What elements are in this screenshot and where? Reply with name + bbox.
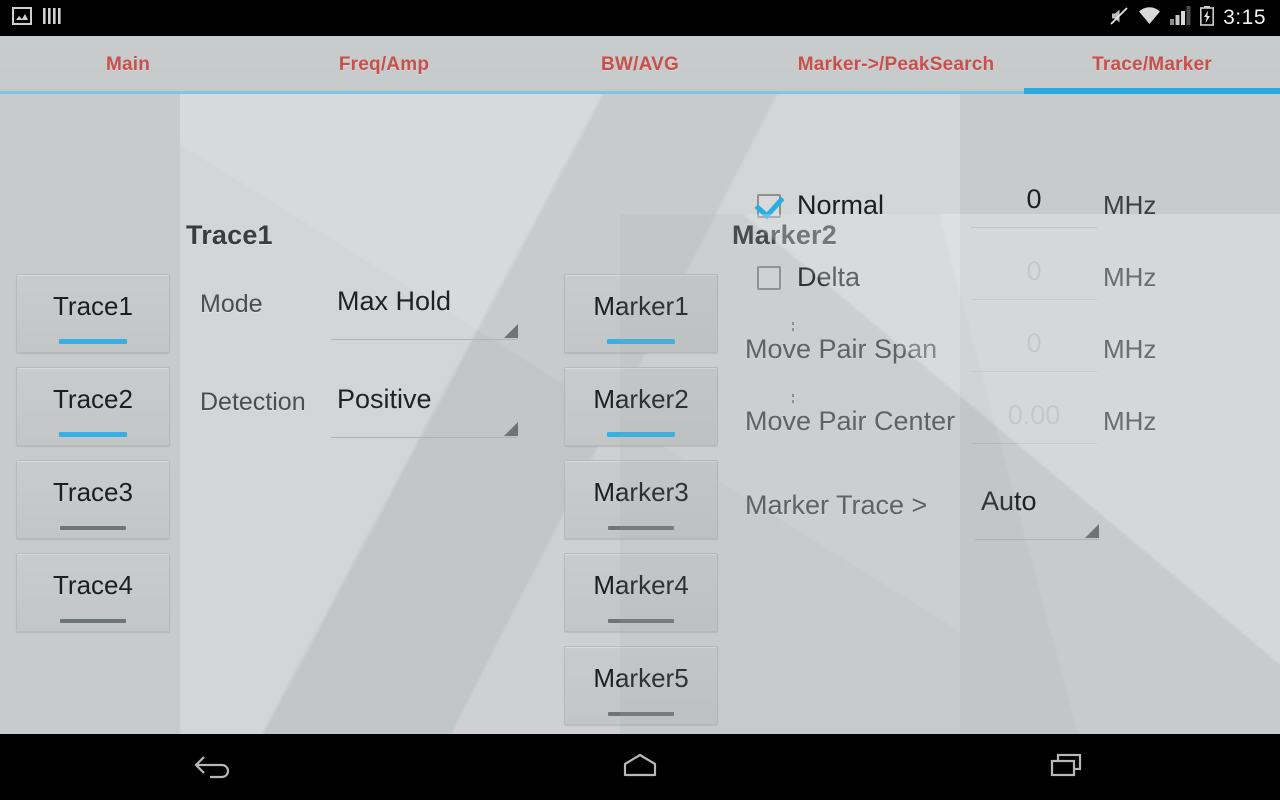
trace-button-1[interactable]: Trace1 bbox=[16, 274, 170, 353]
normal-label: Normal bbox=[797, 190, 885, 220]
normal-checkbox-row[interactable]: Normal bbox=[757, 190, 884, 221]
tab-label: Freq/Amp bbox=[338, 54, 430, 75]
wifi-icon bbox=[1138, 6, 1161, 30]
selection-indicator bbox=[59, 432, 127, 437]
tab-trace-marker[interactable]: Trace/Marker bbox=[1024, 36, 1280, 94]
dropdown-rule bbox=[331, 339, 518, 340]
input-underline bbox=[971, 443, 1097, 444]
tab-main[interactable]: Main bbox=[0, 36, 256, 94]
marker-trace-label: Marker Trace > bbox=[745, 490, 928, 520]
marker-trace-value: Auto bbox=[981, 486, 1037, 516]
marker-button-label: Marker4 bbox=[593, 570, 689, 600]
recents-button[interactable] bbox=[992, 734, 1142, 800]
chevron-down-icon bbox=[1085, 524, 1099, 538]
marker-button-label: Marker5 bbox=[593, 663, 689, 693]
status-bar-notifications bbox=[0, 6, 62, 30]
selection-indicator bbox=[608, 712, 674, 716]
move-pair-center-value: 0.00 bbox=[1007, 400, 1061, 430]
detection-dropdown[interactable]: Positive bbox=[331, 384, 518, 446]
status-bar-system-icons: 3:15 bbox=[1109, 5, 1280, 31]
home-button[interactable] bbox=[565, 734, 715, 800]
span-tick-marker bbox=[792, 322, 794, 334]
selection-indicator bbox=[608, 619, 674, 623]
selection-indicator bbox=[607, 339, 675, 344]
tab-label: Main bbox=[105, 54, 151, 75]
marker-button-label: Marker1 bbox=[593, 291, 689, 321]
mode-value: Max Hold bbox=[337, 286, 452, 316]
delta-frequency-value: 0 bbox=[1026, 256, 1042, 286]
input-underline bbox=[971, 299, 1097, 300]
tab-bar: Main Freq/Amp BW/AVG Marker->/PeakSearch… bbox=[0, 36, 1280, 94]
move-pair-span-unit: MHz bbox=[1103, 334, 1157, 364]
home-icon bbox=[619, 750, 661, 785]
marker-button-label: Marker2 bbox=[593, 384, 689, 414]
marker-button-1[interactable]: Marker1 bbox=[564, 274, 718, 353]
marker-trace-dropdown[interactable]: Auto bbox=[975, 486, 1099, 548]
delta-checkbox-row[interactable]: Delta bbox=[757, 262, 860, 293]
chevron-down-icon bbox=[504, 324, 518, 338]
trace-panel-title: Trace1 bbox=[186, 220, 273, 250]
center-tick-marker bbox=[792, 394, 794, 406]
input-underline bbox=[971, 227, 1097, 228]
signal-icon bbox=[1170, 6, 1191, 30]
marker-button-3[interactable]: Marker3 bbox=[564, 460, 718, 539]
trace-button-label: Trace1 bbox=[53, 291, 133, 321]
tab-marker-peaksearch[interactable]: Marker->/PeakSearch bbox=[768, 36, 1024, 94]
trace-button-4[interactable]: Trace4 bbox=[16, 553, 170, 632]
normal-frequency-input[interactable]: 0 bbox=[971, 184, 1097, 236]
screenshot-icon bbox=[12, 6, 32, 30]
move-pair-span-value: 0 bbox=[1026, 328, 1042, 358]
move-pair-center-unit: MHz bbox=[1103, 406, 1157, 436]
dropdown-rule bbox=[331, 437, 518, 438]
back-icon bbox=[192, 750, 234, 785]
move-pair-span-label: Move Pair Span bbox=[745, 334, 938, 364]
delta-checkbox[interactable] bbox=[757, 265, 781, 290]
selection-indicator bbox=[60, 526, 126, 530]
tab-label: Marker->/PeakSearch bbox=[797, 54, 995, 75]
delta-frequency-input[interactable]: 0 bbox=[971, 256, 1097, 308]
settings-panel: Trace1 Trace1 Trace2 Trace3 Trace4 Mode … bbox=[0, 94, 1280, 734]
tab-label: Trace/Marker bbox=[1092, 54, 1212, 75]
move-pair-center-label: Move Pair Center bbox=[745, 406, 956, 436]
normal-unit: MHz bbox=[1103, 190, 1157, 220]
mute-icon bbox=[1109, 6, 1129, 31]
detection-label: Detection bbox=[200, 388, 306, 416]
move-pair-span-input[interactable]: 0 bbox=[971, 328, 1097, 380]
selection-indicator bbox=[607, 432, 675, 437]
selection-indicator bbox=[59, 339, 127, 344]
tab-bw-avg[interactable]: BW/AVG bbox=[512, 36, 768, 94]
marker-button-label: Marker3 bbox=[593, 477, 689, 507]
mode-dropdown[interactable]: Max Hold bbox=[331, 286, 518, 348]
normal-checkbox[interactable] bbox=[757, 193, 781, 218]
status-bar: 3:15 bbox=[0, 0, 1280, 36]
bars-icon bbox=[42, 7, 62, 30]
delta-unit: MHz bbox=[1103, 262, 1157, 292]
navigation-bar bbox=[0, 734, 1280, 800]
trace-button-label: Trace3 bbox=[53, 477, 133, 507]
mode-label: Mode bbox=[200, 290, 263, 318]
selection-indicator bbox=[60, 619, 126, 623]
marker-button-4[interactable]: Marker4 bbox=[564, 553, 718, 632]
trace-button-label: Trace4 bbox=[53, 570, 133, 600]
status-bar-clock: 3:15 bbox=[1223, 6, 1266, 29]
detection-value: Positive bbox=[337, 384, 432, 414]
delta-label: Delta bbox=[797, 262, 861, 292]
trace-button-label: Trace2 bbox=[53, 384, 133, 414]
trace-button-3[interactable]: Trace3 bbox=[16, 460, 170, 539]
back-button[interactable] bbox=[138, 734, 288, 800]
trace-button-2[interactable]: Trace2 bbox=[16, 367, 170, 446]
marker-panel-title: Marker2 bbox=[732, 220, 837, 250]
dropdown-rule bbox=[975, 539, 1099, 540]
marker-button-2[interactable]: Marker2 bbox=[564, 367, 718, 446]
chevron-down-icon bbox=[504, 422, 518, 436]
normal-frequency-value: 0 bbox=[1026, 184, 1042, 214]
tab-freq-amp[interactable]: Freq/Amp bbox=[256, 36, 512, 94]
input-underline bbox=[971, 371, 1097, 372]
move-pair-center-input[interactable]: 0.00 bbox=[971, 400, 1097, 452]
battery-charging-icon bbox=[1200, 5, 1215, 31]
tab-label: BW/AVG bbox=[601, 54, 679, 75]
selection-indicator bbox=[608, 526, 674, 530]
recents-icon bbox=[1046, 750, 1088, 785]
marker-button-5[interactable]: Marker5 bbox=[564, 646, 718, 725]
